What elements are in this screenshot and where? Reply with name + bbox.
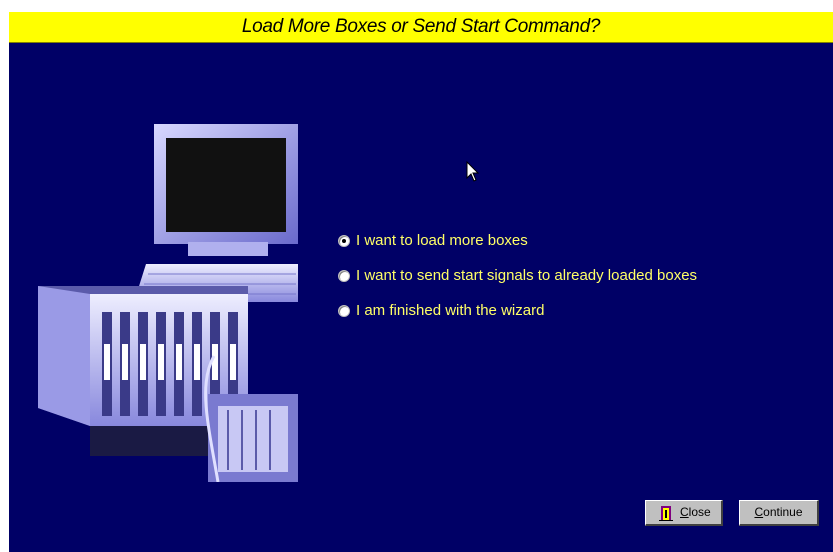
option-label: I want to load more boxes [356, 232, 528, 249]
close-label: Close [680, 505, 711, 519]
title-bar: Load More Boxes or Send Start Command? [9, 12, 833, 43]
close-button[interactable]: Close [645, 500, 723, 526]
continue-button[interactable]: Continue [739, 500, 819, 526]
mouse-cursor-icon [466, 161, 480, 182]
option-label: I am finished with the wizard [356, 302, 545, 319]
door-exit-icon [659, 506, 673, 521]
radio-finished-wizard[interactable] [338, 305, 350, 317]
window-frame: Load More Boxes or Send Start Command? I… [0, 0, 833, 552]
continue-label: Continue [754, 505, 803, 519]
window-title: Load More Boxes or Send Start Command? [241, 16, 601, 37]
radio-load-more-boxes[interactable] [338, 235, 350, 247]
monitor-screen [166, 138, 286, 232]
option-label: I want to send start signals to already … [356, 267, 698, 284]
radio-send-start-signals[interactable] [338, 270, 350, 282]
equipment-photo [38, 124, 298, 482]
